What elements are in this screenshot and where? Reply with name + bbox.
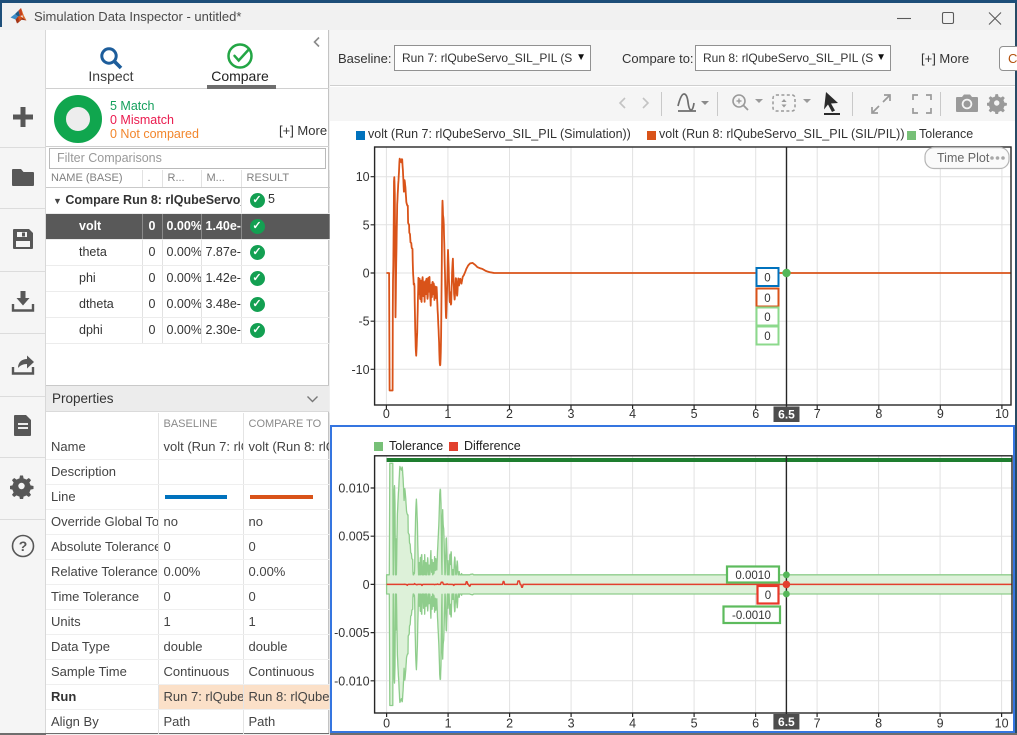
svg-text:6.5: 6.5 [778,408,795,422]
svg-text:6.5: 6.5 [778,715,795,729]
svg-text:0: 0 [765,590,771,602]
svg-text:2: 2 [506,717,513,731]
svg-text:9: 9 [937,717,944,731]
svg-text:?: ? [19,538,28,554]
svg-text:-10: -10 [352,363,370,377]
svg-text:1: 1 [444,407,451,421]
svg-text:5: 5 [363,218,370,232]
svg-text:-5: -5 [358,315,369,329]
svg-text:10: 10 [995,717,1009,731]
svg-text:-0.010: -0.010 [334,674,369,688]
svg-text:3: 3 [568,407,575,421]
svg-text:0.005: 0.005 [338,530,369,544]
svg-text:4: 4 [629,407,636,421]
svg-text:1: 1 [445,717,452,731]
svg-text:2: 2 [506,407,513,421]
svg-text:0: 0 [363,267,370,281]
svg-text:6: 6 [752,407,759,421]
svg-text:10: 10 [995,407,1009,421]
svg-text:0: 0 [764,293,770,305]
svg-text:5: 5 [691,717,698,731]
svg-text:0: 0 [383,717,390,731]
svg-text:7: 7 [814,407,821,421]
svg-text:0.0010: 0.0010 [735,570,770,582]
svg-text:0: 0 [764,273,770,285]
svg-text:5: 5 [691,407,698,421]
svg-text:0.010: 0.010 [338,482,369,496]
svg-text:7: 7 [814,717,821,731]
svg-text:0: 0 [363,578,370,592]
svg-text:-0.0010: -0.0010 [732,610,771,622]
svg-text:0: 0 [764,312,770,324]
svg-text:8: 8 [875,407,882,421]
svg-text:9: 9 [937,407,944,421]
svg-text:8: 8 [875,717,882,731]
svg-text:6: 6 [752,717,759,731]
svg-text:Time Plot: Time Plot [937,151,990,165]
svg-text:10: 10 [356,170,370,184]
svg-text:0: 0 [383,407,390,421]
svg-text:-0.005: -0.005 [334,626,369,640]
svg-text:0: 0 [764,331,770,343]
svg-text:4: 4 [629,717,636,731]
svg-text:3: 3 [568,717,575,731]
